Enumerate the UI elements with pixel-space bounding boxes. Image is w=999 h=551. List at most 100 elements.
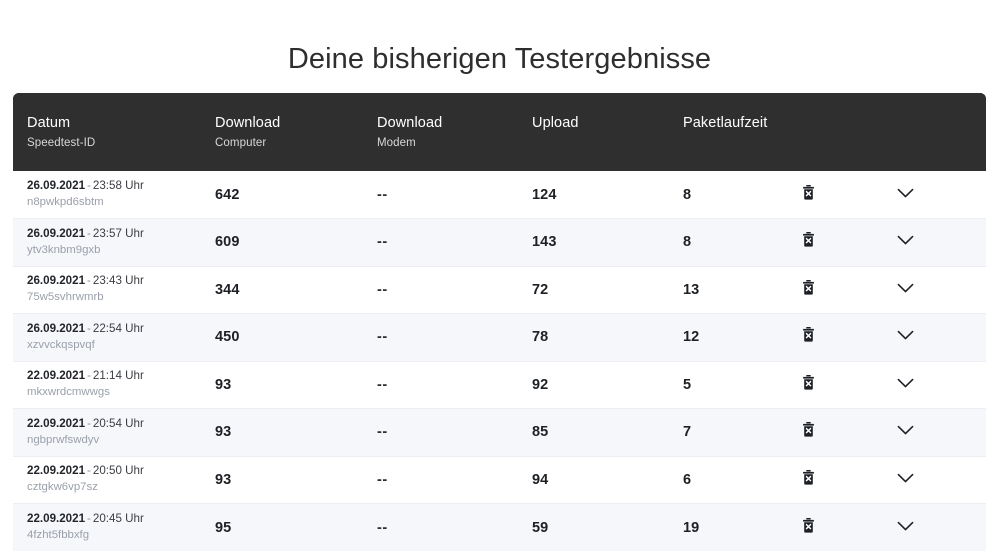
- table-header-row: Datum Speedtest-ID Download Computer Dow…: [13, 93, 986, 171]
- column-header-download-modem: Download Modem: [377, 93, 532, 171]
- cell-datum: 26.09.2021-23:58 Uhrn8pwkpd6sbtm: [13, 171, 215, 219]
- row-speedtest-id: xzvvckqspvqf: [27, 338, 215, 353]
- cell-latency: 7: [683, 409, 802, 457]
- chevron-down-icon: [897, 188, 914, 199]
- delete-result-button[interactable]: [802, 470, 815, 485]
- cell-expand: [897, 504, 986, 551]
- row-download-computer: 609: [215, 234, 240, 250]
- row-datetime: 22.09.2021-21:14 Uhr: [27, 369, 215, 383]
- cell-latency: 8: [683, 219, 802, 267]
- cell-datum: 22.09.2021-21:14 Uhrmkxwrdcmwwgs: [13, 361, 215, 409]
- row-datetime: 26.09.2021-23:57 Uhr: [27, 227, 215, 241]
- expand-result-button[interactable]: [897, 425, 914, 436]
- trash-icon: [802, 470, 815, 485]
- row-date: 22.09.2021: [27, 417, 85, 430]
- row-latency: 12: [683, 329, 699, 345]
- cell-expand: [897, 361, 986, 409]
- cell-delete: [802, 456, 897, 504]
- cell-upload: 59: [532, 504, 683, 551]
- cell-latency: 8: [683, 171, 802, 219]
- row-upload: 92: [532, 377, 548, 393]
- row-date-separator: -: [85, 417, 93, 430]
- column-header-upload-label: Upload: [532, 114, 683, 132]
- row-datetime: 22.09.2021-20:54 Uhr: [27, 417, 215, 431]
- delete-result-button[interactable]: [802, 375, 815, 390]
- cell-expand: [897, 409, 986, 457]
- chevron-down-icon: [897, 425, 914, 436]
- trash-icon: [802, 185, 815, 200]
- expand-result-button[interactable]: [897, 235, 914, 246]
- row-date-separator: -: [85, 369, 93, 382]
- row-download-computer: 450: [215, 329, 240, 345]
- cell-delete: [802, 361, 897, 409]
- cell-latency: 19: [683, 504, 802, 551]
- row-date-separator: -: [85, 322, 93, 335]
- cell-upload: 124: [532, 171, 683, 219]
- cell-download-modem: --: [377, 456, 532, 504]
- row-date: 26.09.2021: [27, 274, 85, 287]
- row-latency: 5: [683, 377, 691, 393]
- delete-result-button[interactable]: [802, 185, 815, 200]
- expand-result-button[interactable]: [897, 521, 914, 532]
- cell-datum: 26.09.2021-23:57 Uhrytv3knbm9gxb: [13, 219, 215, 267]
- cell-download-modem: --: [377, 171, 532, 219]
- expand-result-button[interactable]: [897, 330, 914, 341]
- trash-icon: [802, 422, 815, 437]
- page-title: Deine bisherigen Testergebnisse: [0, 41, 999, 77]
- row-time: 23:43 Uhr: [93, 274, 144, 287]
- cell-download-computer: 95: [215, 504, 377, 551]
- cell-latency: 12: [683, 314, 802, 362]
- column-header-datum-label: Datum: [27, 114, 215, 132]
- chevron-down-icon: [897, 283, 914, 294]
- table-row[interactable]: 22.09.2021-20:50 Uhrcztgkw6vp7sz93--946: [13, 456, 986, 504]
- row-upload: 72: [532, 282, 548, 298]
- cell-delete: [802, 314, 897, 362]
- row-download-computer: 95: [215, 520, 231, 536]
- delete-result-button[interactable]: [802, 422, 815, 437]
- cell-download-computer: 609: [215, 219, 377, 267]
- expand-result-button[interactable]: [897, 473, 914, 484]
- expand-result-button[interactable]: [897, 283, 914, 294]
- results-page: Deine bisherigen Testergebnisse Datum Sp…: [0, 0, 999, 541]
- table-row[interactable]: 26.09.2021-23:43 Uhr75w5svhrwmrb344--721…: [13, 266, 986, 314]
- row-latency: 19: [683, 520, 699, 536]
- results-table: Datum Speedtest-ID Download Computer Dow…: [13, 93, 986, 551]
- column-header-delete: [802, 93, 897, 171]
- table-row[interactable]: 26.09.2021-23:58 Uhrn8pwkpd6sbtm642--124…: [13, 171, 986, 219]
- row-upload: 94: [532, 472, 548, 488]
- table-row[interactable]: 22.09.2021-20:45 Uhr4fzht5fbbxfg95--5919: [13, 504, 986, 551]
- cell-expand: [897, 456, 986, 504]
- cell-datum: 22.09.2021-20:54 Uhr ngbprwfswdyv: [13, 409, 215, 457]
- table-row[interactable]: 22.09.2021-21:14 Uhrmkxwrdcmwwgs93--925: [13, 361, 986, 409]
- row-date-separator: -: [85, 179, 93, 192]
- row-time: 21:14 Uhr: [93, 369, 144, 382]
- row-date: 22.09.2021: [27, 464, 85, 477]
- row-download-computer: 93: [215, 472, 231, 488]
- row-time: 22:54 Uhr: [93, 322, 144, 335]
- row-latency: 6: [683, 472, 691, 488]
- row-date: 26.09.2021: [27, 227, 85, 240]
- delete-result-button[interactable]: [802, 280, 815, 295]
- row-latency: 8: [683, 234, 691, 250]
- table-row[interactable]: 26.09.2021-23:57 Uhrytv3knbm9gxb609--143…: [13, 219, 986, 267]
- column-header-expand: [897, 93, 986, 171]
- row-download-modem: --: [377, 377, 388, 393]
- row-latency: 8: [683, 187, 691, 203]
- cell-upload: 85: [532, 409, 683, 457]
- cell-expand: [897, 314, 986, 362]
- row-latency: 13: [683, 282, 699, 298]
- row-download-modem: --: [377, 187, 388, 203]
- row-download-modem: --: [377, 520, 388, 536]
- delete-result-button[interactable]: [802, 518, 815, 533]
- row-download-modem: --: [377, 329, 388, 345]
- expand-result-button[interactable]: [897, 188, 914, 199]
- expand-result-button[interactable]: [897, 378, 914, 389]
- cell-expand: [897, 266, 986, 314]
- table-row[interactable]: 22.09.2021-20:54 Uhrngbprwfswdyv93--857: [13, 409, 986, 457]
- delete-result-button[interactable]: [802, 327, 815, 342]
- cell-delete: [802, 409, 897, 457]
- table-row[interactable]: 26.09.2021-22:54 Uhrxzvvckqspvqf450--781…: [13, 314, 986, 362]
- row-datetime: 22.09.2021-20:45 Uhr: [27, 512, 215, 526]
- row-speedtest-id: ngbprwfswdyv: [27, 433, 215, 448]
- delete-result-button[interactable]: [802, 232, 815, 247]
